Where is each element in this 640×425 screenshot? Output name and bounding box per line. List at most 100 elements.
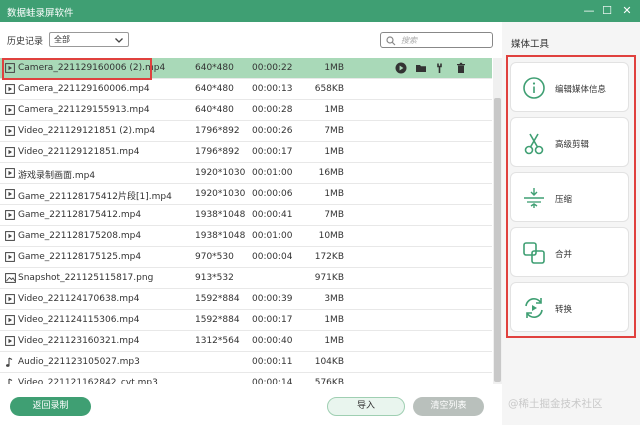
file-row[interactable]: Camera_221129160006.mp4 640*480 00:00:13 65… (0, 79, 492, 100)
file-resolution: 1796*892 (195, 147, 240, 157)
video-file-icon (5, 210, 15, 223)
file-duration: 00:01:00 (252, 168, 293, 178)
import-button[interactable]: 导入 (327, 397, 405, 416)
file-duration: 00:00:41 (252, 210, 293, 220)
video-file-icon (5, 231, 15, 244)
minimize-button[interactable]: — (581, 3, 597, 19)
wrench-icon[interactable] (435, 62, 447, 74)
file-duration: 00:00:26 (252, 126, 293, 136)
file-size: 172KB (314, 252, 344, 262)
file-row[interactable]: 游戏录制画面.mp4 1920*1030 00:01:00 16MB (0, 163, 492, 184)
play-icon[interactable] (395, 62, 407, 74)
file-resolution: 1592*884 (195, 315, 240, 325)
file-row[interactable]: Video_221123160321.mp4 1312*564 00:00:40 1M… (0, 331, 492, 352)
file-size: 1MB (324, 63, 344, 73)
file-list: Camera_221129160006 (2).mp4 640*480 00:00:… (0, 58, 502, 384)
video-file-icon (5, 252, 15, 265)
file-name: Snapshot_221125115817.png (18, 273, 154, 283)
video-file-icon (5, 315, 15, 328)
file-row[interactable]: Audio_221123105027.mp3 00:00:11 104KB (0, 352, 492, 373)
file-row[interactable]: Camera_221129155913.mp4 640*480 00:00:28 1M… (0, 100, 492, 121)
row-actions (395, 62, 475, 74)
file-duration: 00:00:17 (252, 315, 293, 325)
video-file-icon (5, 147, 15, 160)
file-duration: 00:00:04 (252, 252, 293, 262)
title-bar: 数据蛙录屏软件 — ☐ ✕ (0, 0, 640, 22)
video-file-icon (5, 105, 15, 118)
scrollbar-thumb[interactable] (494, 98, 501, 382)
file-name: 游戏录制画面.mp4 (18, 171, 96, 181)
file-row[interactable]: Video_221124115306.mp4 1592*884 00:00:17 1M… (0, 310, 492, 331)
file-size: 7MB (324, 210, 344, 220)
search-input[interactable]: 搜索 (380, 32, 493, 48)
file-row[interactable]: Snapshot_221125115817.png 913*532 971KB (0, 268, 492, 289)
file-duration: 00:00:13 (252, 84, 293, 94)
filter-select[interactable]: 全部 (49, 32, 129, 47)
window-title: 数据蛙录屏软件 (7, 8, 74, 19)
trash-icon[interactable] (455, 62, 467, 74)
file-size: 104KB (314, 357, 344, 367)
selected-file-highlight (2, 58, 152, 80)
file-name: Video_221124115306.mp4 (18, 315, 140, 325)
file-name: Camera_221129155913.mp4 (18, 105, 150, 115)
file-name: Game_221128175125.mp4 (18, 252, 142, 262)
file-resolution: 1312*564 (195, 336, 240, 346)
file-size: 1MB (324, 315, 344, 325)
file-name: Camera_221129160006.mp4 (18, 84, 150, 94)
file-resolution: 1920*1030 (195, 189, 246, 199)
file-row[interactable]: Video_221124170638.mp4 1592*884 00:00:39 3M… (0, 289, 492, 310)
file-size: 1MB (324, 147, 344, 157)
file-row[interactable]: Game_221128175412片段[1].mp4 1920*1030 00:00… (0, 184, 492, 205)
file-resolution: 913*532 (195, 273, 234, 283)
file-duration: 00:00:06 (252, 189, 293, 199)
close-button[interactable]: ✕ (619, 3, 635, 19)
image-file-icon (5, 273, 16, 286)
file-size: 658KB (314, 84, 344, 94)
folder-icon[interactable] (415, 62, 427, 74)
file-row[interactable]: Game_221128175125.mp4 970*530 00:00:04 172K… (0, 247, 492, 268)
file-row[interactable]: Video_221129121851.mp4 1796*892 00:00:17 1M… (0, 142, 492, 163)
file-resolution: 1796*892 (195, 126, 240, 136)
file-name: Video_221123160321.mp4 (18, 336, 140, 346)
maximize-button[interactable]: ☐ (599, 3, 615, 19)
search-placeholder: 搜索 (401, 36, 417, 45)
search-icon (386, 36, 396, 46)
audio-file-icon (5, 357, 15, 371)
file-resolution: 640*480 (195, 63, 234, 73)
chevron-down-icon (115, 38, 123, 43)
file-size: 1MB (324, 189, 344, 199)
video-file-icon (5, 168, 15, 181)
file-resolution: 1592*884 (195, 294, 240, 304)
file-resolution: 1938*1048 (195, 210, 246, 220)
file-name: Game_221128175412片段[1].mp4 (18, 192, 172, 202)
file-name: Game_221128175208.mp4 (18, 231, 142, 241)
file-name: Game_221128175412.mp4 (18, 210, 142, 220)
file-size: 3MB (324, 294, 344, 304)
file-resolution: 1938*1048 (195, 231, 246, 241)
file-name: Video_221124170638.mp4 (18, 294, 140, 304)
video-file-icon (5, 294, 15, 307)
file-size: 1MB (324, 336, 344, 346)
file-row[interactable]: Game_221128175412.mp4 1938*1048 00:00:41 7M… (0, 205, 492, 226)
video-file-icon (5, 84, 15, 97)
filter-value: 全部 (54, 35, 70, 44)
clear-list-button[interactable]: 清空列表 (413, 397, 484, 416)
file-size: 1MB (324, 105, 344, 115)
file-size: 10MB (318, 231, 344, 241)
watermark: @稀土掘金技术社区 (508, 398, 603, 410)
file-row[interactable]: Game_221128175208.mp4 1938*1048 00:01:00 10… (0, 226, 492, 247)
file-resolution: 1920*1030 (195, 168, 246, 178)
video-file-icon (5, 336, 15, 349)
media-tools-title: 媒体工具 (511, 39, 550, 50)
file-resolution: 640*480 (195, 105, 234, 115)
list-scrollbar[interactable] (493, 58, 502, 384)
video-file-icon (5, 126, 15, 139)
history-label: 历史记录 (7, 37, 44, 47)
file-row[interactable]: Video_221129121851 (2).mp4 1796*892 00:00:… (0, 121, 492, 142)
file-resolution: 640*480 (195, 84, 234, 94)
media-tools-highlight (506, 55, 636, 338)
back-to-record-button[interactable]: 返回录制 (10, 397, 91, 416)
file-size: 16MB (318, 168, 344, 178)
file-duration: 00:00:40 (252, 336, 293, 346)
file-row[interactable]: Video_221121162842_cvt.mp3 00:00:14 576KB (0, 373, 492, 384)
